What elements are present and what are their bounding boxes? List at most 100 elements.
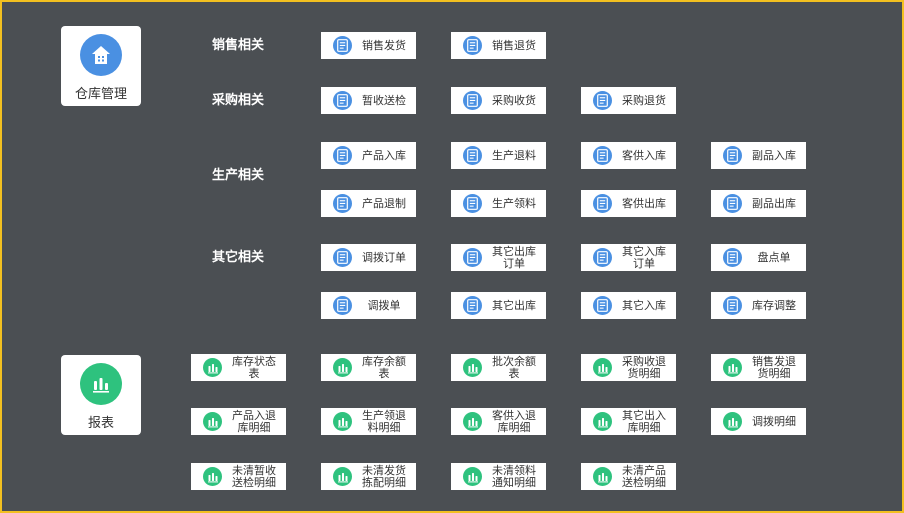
document-icon — [723, 146, 742, 165]
chart-icon — [463, 467, 482, 486]
chart-icon — [333, 358, 352, 377]
warehouse-management-card[interactable]: 仓库管理 — [61, 26, 141, 106]
chart-icon — [593, 412, 612, 431]
button-label: 库存调整 — [752, 298, 796, 312]
document-icon — [333, 91, 352, 110]
button-label: 销售发退 货明细 — [752, 354, 796, 380]
report-uncleared-pick-notice-button[interactable]: 未清领料 通知明细 — [451, 463, 546, 490]
button-label: 库存状态 表 — [232, 354, 276, 380]
button-label: 未清领料 通知明细 — [492, 463, 536, 489]
document-icon — [463, 296, 482, 315]
document-icon — [463, 91, 482, 110]
document-icon — [723, 248, 742, 267]
customer-supplied-out-button[interactable]: 客供出库 — [581, 190, 676, 217]
button-label: 销售退货 — [492, 38, 536, 52]
button-label: 采购退货 — [622, 93, 666, 107]
button-label: 副品入库 — [752, 148, 796, 162]
byproduct-in-button[interactable]: 副品入库 — [711, 142, 806, 169]
button-label: 未清暂收 送检明细 — [232, 463, 276, 489]
report-uncleared-temp-inspect-button[interactable]: 未清暂收 送检明细 — [191, 463, 286, 490]
button-label: 生产领料 — [492, 196, 536, 210]
temp-receive-inspect-button[interactable]: 暂收送检 — [321, 87, 416, 114]
inventory-adjust-button[interactable]: 库存调整 — [711, 292, 806, 319]
chart-icon — [203, 358, 222, 377]
reports-label: 报表 — [87, 416, 114, 431]
button-label: 未清产品 送检明细 — [622, 463, 666, 489]
production-pick-button[interactable]: 生产领料 — [451, 190, 546, 217]
report-sales-ship-return-button[interactable]: 销售发退 货明细 — [711, 354, 806, 381]
transfer-order-button[interactable]: 调拨订单 — [321, 244, 416, 271]
document-icon — [333, 36, 352, 55]
product-return-rework-button[interactable]: 产品退制 — [321, 190, 416, 217]
document-icon — [593, 146, 612, 165]
document-icon — [463, 194, 482, 213]
chart-icon — [593, 467, 612, 486]
button-label: 产品入退 库明细 — [232, 408, 276, 434]
report-stock-status-button[interactable]: 库存状态 表 — [191, 354, 286, 381]
chart-icon — [333, 467, 352, 486]
chart-icon — [333, 412, 352, 431]
document-icon — [333, 248, 352, 267]
button-label: 生产领退 料明细 — [362, 408, 406, 434]
transfer-slip-button[interactable]: 调拨单 — [321, 292, 416, 319]
document-icon — [333, 146, 352, 165]
document-icon — [593, 248, 612, 267]
button-label: 客供入库 — [622, 148, 666, 162]
category-other: 其它相关 — [212, 250, 265, 265]
byproduct-out-button[interactable]: 副品出库 — [711, 190, 806, 217]
category-purchase: 采购相关 — [212, 93, 265, 108]
button-label: 客供入退 库明细 — [492, 408, 536, 434]
chart-icon — [593, 358, 612, 377]
purchase-return-button[interactable]: 采购退货 — [581, 87, 676, 114]
other-out-order-button[interactable]: 其它出库 订单 — [451, 244, 546, 271]
button-label: 销售发货 — [362, 38, 406, 52]
document-icon — [593, 91, 612, 110]
document-icon — [333, 296, 352, 315]
button-label: 库存余额 表 — [362, 354, 406, 380]
report-uncleared-shipment-pick-button[interactable]: 未清发货 拣配明细 — [321, 463, 416, 490]
document-icon — [723, 194, 742, 213]
other-out-button[interactable]: 其它出库 — [451, 292, 546, 319]
chart-icon — [463, 358, 482, 377]
button-label: 暂收送检 — [362, 93, 406, 107]
sales-return-button[interactable]: 销售退货 — [451, 32, 546, 59]
purchase-receive-button[interactable]: 采购收货 — [451, 87, 546, 114]
other-in-button[interactable]: 其它入库 — [581, 292, 676, 319]
button-label: 其它入库 — [622, 298, 666, 312]
report-customer-supplied-in-return-button[interactable]: 客供入退 库明细 — [451, 408, 546, 435]
button-label: 其它出库 订单 — [492, 244, 536, 270]
product-in-button[interactable]: 产品入库 — [321, 142, 416, 169]
customer-supplied-in-button[interactable]: 客供入库 — [581, 142, 676, 169]
report-purchase-receive-return-button[interactable]: 采购收退 货明细 — [581, 354, 676, 381]
production-return-material-button[interactable]: 生产退料 — [451, 142, 546, 169]
button-label: 采购收退 货明细 — [622, 354, 666, 380]
reports-card[interactable]: 报表 — [61, 355, 141, 435]
chart-icon — [203, 412, 222, 431]
report-product-in-return-button[interactable]: 产品入退 库明细 — [191, 408, 286, 435]
other-in-order-button[interactable]: 其它入库 订单 — [581, 244, 676, 271]
document-icon — [723, 296, 742, 315]
report-stock-balance-button[interactable]: 库存余额 表 — [321, 354, 416, 381]
button-label: 调拨明细 — [752, 414, 796, 428]
report-uncleared-product-inspect-button[interactable]: 未清产品 送检明细 — [581, 463, 676, 490]
stocktake-order-button[interactable]: 盘点单 — [711, 244, 806, 271]
button-label: 盘点单 — [757, 250, 791, 264]
button-label: 副品出库 — [752, 196, 796, 210]
button-label: 其它入库 订单 — [622, 244, 666, 270]
button-label: 生产退料 — [492, 148, 536, 162]
warehouse-icon — [80, 34, 122, 76]
document-icon — [463, 248, 482, 267]
report-batch-balance-button[interactable]: 批次余额 表 — [451, 354, 546, 381]
category-sales: 销售相关 — [212, 38, 265, 53]
document-icon — [593, 296, 612, 315]
chart-icon — [463, 412, 482, 431]
report-production-pick-return-button[interactable]: 生产领退 料明细 — [321, 408, 416, 435]
report-transfer-detail-button[interactable]: 调拨明细 — [711, 408, 806, 435]
button-label: 产品退制 — [362, 196, 406, 210]
report-other-in-out-button[interactable]: 其它出入 库明细 — [581, 408, 676, 435]
bar-chart-icon — [80, 363, 122, 405]
document-icon — [333, 194, 352, 213]
main-panel: 仓库管理 报表 销售相关 采购相关 生产相关 其它相关 销售发货 销售退货 暂收… — [0, 0, 904, 513]
sales-shipment-button[interactable]: 销售发货 — [321, 32, 416, 59]
button-label: 调拨订单 — [362, 250, 406, 264]
